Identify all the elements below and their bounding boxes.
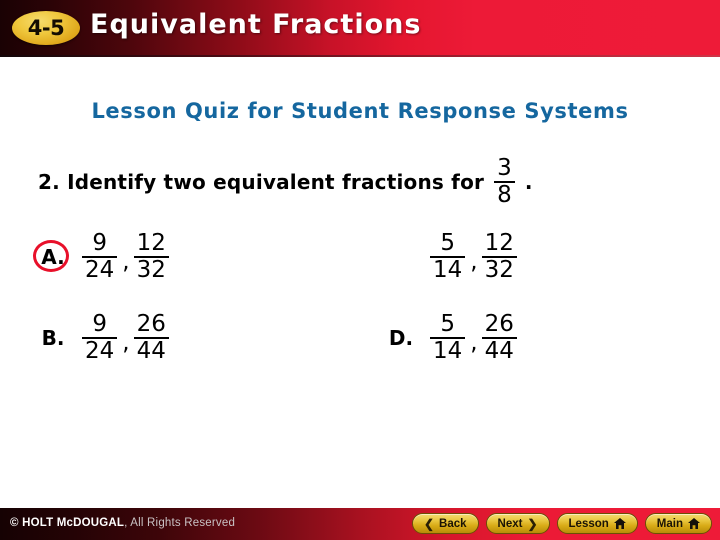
slide-subtitle: Lesson Quiz for Student Response Systems (91, 99, 629, 123)
back-button-label: Back (439, 517, 467, 530)
answer-choice-c-separator: , (470, 249, 478, 276)
answer-choice-b-fraction-2-numerator: 26 (136, 311, 166, 337)
main-button[interactable]: Main (644, 513, 712, 534)
answer-choice-d-fraction-1: 5 14 (430, 311, 466, 365)
copyright-brand: © HOLT McDOUGAL (10, 517, 125, 529)
question-line: 2. Identify two equivalent fractions for… (38, 155, 533, 209)
question-text: 2. Identify two equivalent fractions for (38, 170, 485, 195)
answer-choice-b-fraction-1: 9 24 (82, 311, 118, 365)
question-fraction-numerator: 3 (497, 155, 512, 181)
answer-choice-d-fraction-2-denominator: 44 (484, 338, 514, 365)
answer-choice-c-label-wrap (378, 237, 424, 277)
copyright-rights: , All Rights Reserved (124, 517, 236, 529)
chevron-left-icon: ❮ (423, 516, 435, 531)
answer-choice-d-fractions: 5 14 , 26 44 (430, 311, 517, 365)
answer-choice-d-label-wrap: D. (378, 318, 424, 358)
answer-choice-d[interactable]: D. 5 14 , 26 44 (378, 311, 517, 365)
answer-choices: A. 9 24 , 12 32 B. 9 24 , 26 44 5 14 , 1… (0, 230, 720, 412)
main-button-label: Main (656, 517, 683, 530)
lesson-button[interactable]: Lesson (556, 513, 638, 534)
answer-choice-b-fraction-2: 26 44 (133, 311, 169, 365)
answer-choice-b-label: B. (41, 326, 65, 351)
answer-choice-a-fraction-2-numerator: 12 (136, 230, 166, 256)
home-icon (688, 518, 700, 529)
answer-choice-a-fraction-1: 9 24 (82, 230, 118, 284)
answer-choice-a-separator: , (122, 249, 130, 276)
answer-choice-b-fraction-1-numerator: 9 (92, 311, 107, 337)
question-fraction: 3 8 (494, 155, 515, 209)
lesson-number-label: 4-5 (27, 15, 65, 40)
answer-choice-b-fraction-1-denominator: 24 (85, 338, 115, 365)
answer-choice-c-fraction-1-numerator: 5 (440, 230, 455, 256)
answer-choice-c[interactable]: 5 14 , 12 32 (378, 230, 517, 284)
answer-choice-a-fraction-2-denominator: 32 (136, 257, 166, 284)
answer-choice-c-fraction-1: 5 14 (430, 230, 466, 284)
chevron-right-icon: ❯ (527, 516, 538, 531)
next-button[interactable]: Next ❯ (485, 513, 550, 534)
answer-choice-c-fraction-2: 12 32 (481, 230, 517, 284)
answer-choice-c-fraction-2-numerator: 12 (484, 230, 514, 256)
answer-choice-d-fraction-1-denominator: 14 (433, 338, 463, 365)
answer-choice-b-label-wrap: B. (30, 318, 76, 358)
answer-choice-d-label: D. (388, 326, 414, 351)
answer-choice-a[interactable]: A. 9 24 , 12 32 (30, 230, 169, 284)
answer-choice-d-fraction-1-numerator: 5 (440, 311, 455, 337)
lesson-number-badge: 4-5 (12, 11, 80, 45)
answer-choice-d-fraction-2-numerator: 26 (484, 311, 514, 337)
slide-header: 4-5 Equivalent Fractions (0, 0, 720, 57)
answer-choice-b-separator: , (122, 330, 130, 357)
answer-choice-b[interactable]: B. 9 24 , 26 44 (30, 311, 169, 365)
answer-choice-d-separator: , (470, 330, 478, 357)
answer-choice-a-fractions: 9 24 , 12 32 (82, 230, 169, 284)
question-fraction-denominator: 8 (497, 182, 512, 209)
answer-choice-c-fractions: 5 14 , 12 32 (430, 230, 517, 284)
answer-choice-a-fraction-2: 12 32 (133, 230, 169, 284)
navigation-bar: ❮ Back Next ❯ Lesson Main (411, 513, 712, 534)
answer-choice-b-fraction-2-denominator: 44 (136, 338, 166, 365)
back-button[interactable]: ❮ Back (411, 513, 479, 534)
answer-choice-a-label-wrap: A. (30, 237, 76, 277)
question-punctuation: . (524, 170, 533, 195)
answer-choice-c-fraction-1-denominator: 14 (433, 257, 463, 284)
page-title: Equivalent Fractions (90, 9, 422, 40)
next-button-label: Next (497, 517, 523, 530)
answer-choice-a-fraction-1-denominator: 24 (85, 257, 115, 284)
answer-choice-b-fractions: 9 24 , 26 44 (82, 311, 169, 365)
slide-footer: © HOLT McDOUGAL, All Rights Reserved ❮ B… (0, 508, 720, 540)
answer-choice-d-fraction-2: 26 44 (481, 311, 517, 365)
answer-choice-a-fraction-1-numerator: 9 (92, 230, 107, 256)
slide-content: Lesson Quiz for Student Response Systems… (0, 57, 720, 508)
copyright-notice: © HOLT McDOUGAL, All Rights Reserved (10, 517, 235, 529)
answer-choice-a-label: A. (41, 245, 65, 270)
answer-choice-c-fraction-2-denominator: 32 (484, 257, 514, 284)
home-icon (613, 518, 626, 529)
lesson-button-label: Lesson (568, 517, 609, 530)
